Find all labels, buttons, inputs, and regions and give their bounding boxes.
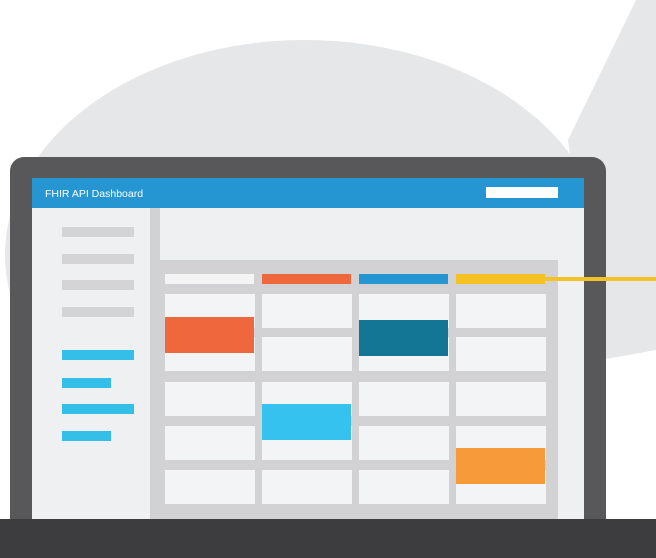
grid-cell[interactable] bbox=[359, 470, 449, 504]
sidebar-item-4[interactable] bbox=[62, 307, 134, 317]
column-header-2[interactable] bbox=[262, 274, 351, 284]
sidebar-item-6[interactable] bbox=[62, 378, 111, 388]
sidebar bbox=[32, 208, 150, 520]
grid-cell[interactable] bbox=[359, 426, 449, 460]
search-input[interactable] bbox=[486, 187, 558, 198]
sidebar-item-2[interactable] bbox=[62, 254, 134, 264]
app-title: FHIR API Dashboard bbox=[45, 188, 144, 200]
grid-cell[interactable] bbox=[165, 470, 255, 504]
grid-cell[interactable] bbox=[359, 382, 449, 416]
app-header: FHIR API Dashboard bbox=[32, 178, 584, 208]
sidebar-item-8[interactable] bbox=[62, 431, 111, 441]
grid-cell[interactable] bbox=[456, 382, 546, 416]
grid-cell[interactable] bbox=[165, 382, 255, 416]
grid-cell[interactable] bbox=[165, 426, 255, 460]
event-block-teal[interactable] bbox=[359, 320, 448, 356]
laptop-screen: FHIR API Dashboard bbox=[32, 178, 584, 520]
laptop-base bbox=[0, 519, 656, 558]
sidebar-item-1[interactable] bbox=[62, 227, 134, 237]
event-block-amber[interactable] bbox=[456, 448, 545, 484]
column-header-3[interactable] bbox=[359, 274, 448, 284]
sidebar-item-5[interactable] bbox=[62, 350, 134, 360]
content-header-area bbox=[160, 208, 584, 260]
grid-cell[interactable] bbox=[456, 294, 546, 328]
event-block-cyan[interactable] bbox=[262, 404, 351, 440]
grid-cell[interactable] bbox=[456, 337, 546, 371]
column-header-4[interactable] bbox=[456, 274, 545, 284]
column-header-1[interactable] bbox=[165, 274, 254, 284]
sidebar-item-7[interactable] bbox=[62, 404, 134, 414]
callout-line bbox=[545, 277, 656, 281]
sidebar-divider bbox=[150, 208, 160, 520]
grid-cell[interactable] bbox=[262, 337, 352, 371]
event-block-orange[interactable] bbox=[165, 317, 254, 353]
grid-cell[interactable] bbox=[262, 470, 352, 504]
grid-cell[interactable] bbox=[262, 294, 352, 328]
grid-margin bbox=[558, 260, 584, 520]
sidebar-item-3[interactable] bbox=[62, 280, 134, 290]
